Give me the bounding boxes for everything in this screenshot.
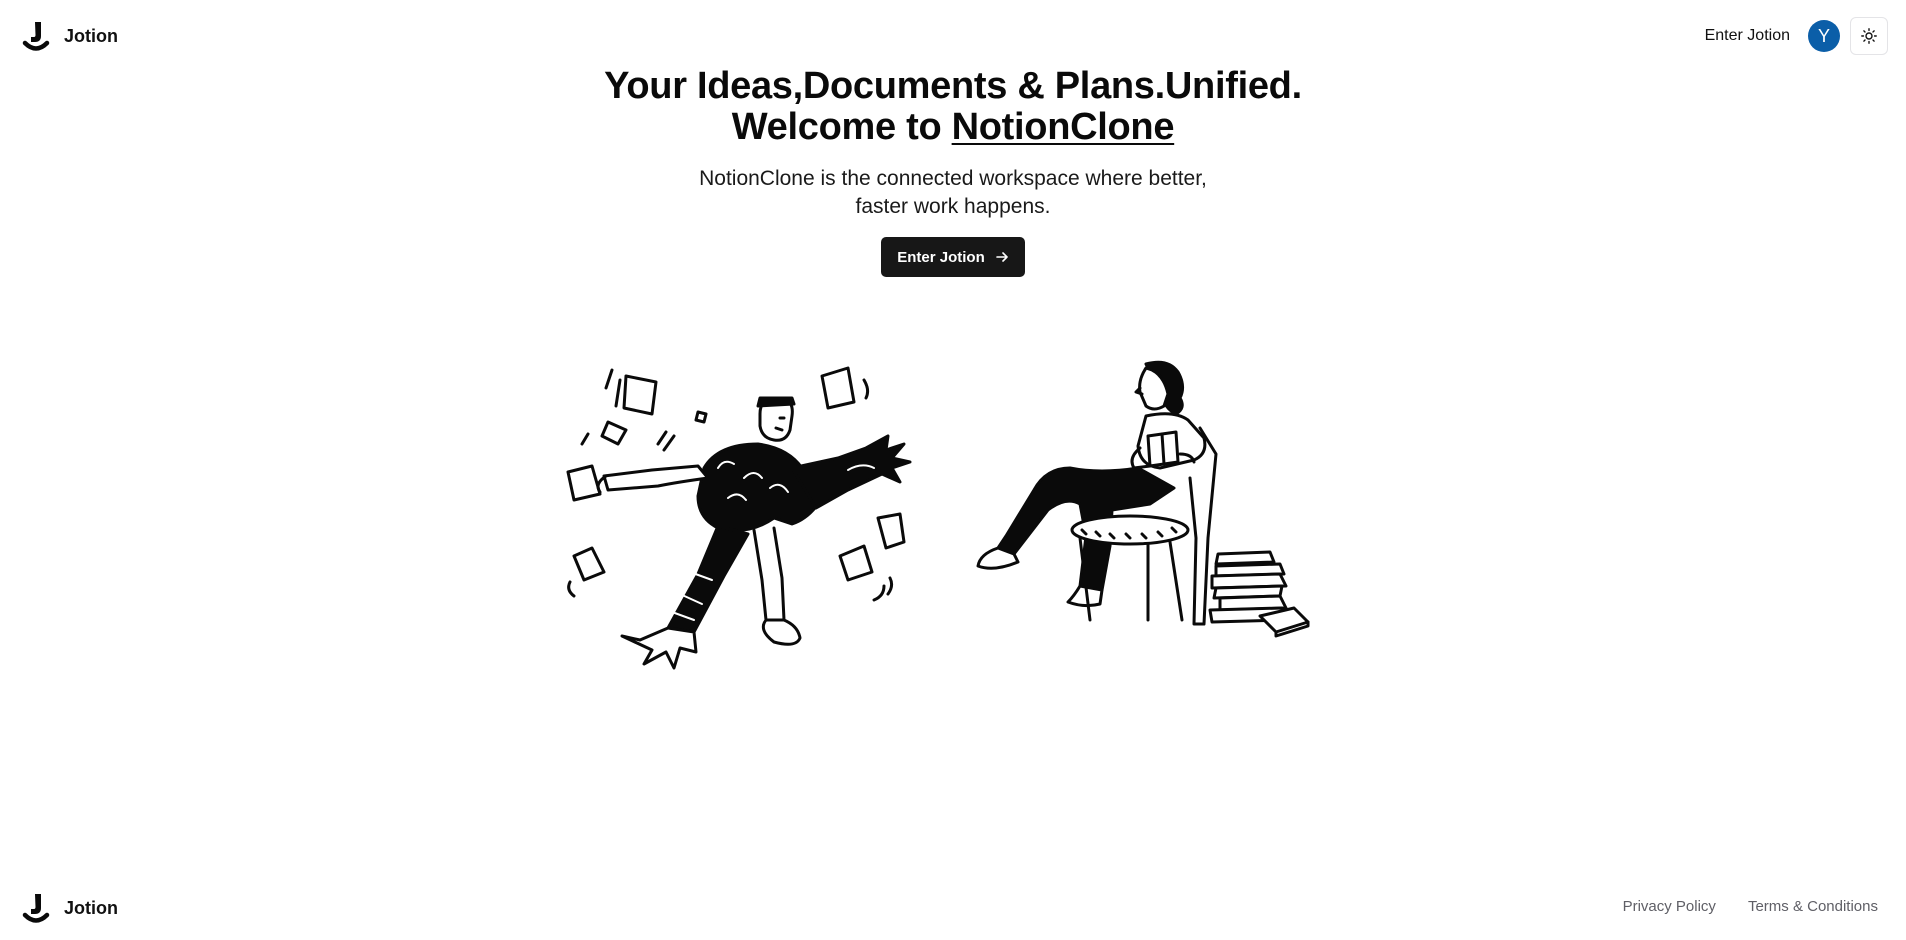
hero-heading-line2: Welcome to NotionClone bbox=[0, 107, 1906, 148]
juggling-papers-illustration bbox=[566, 366, 912, 670]
hero-heading-line1: Your Ideas,Documents & Plans.Unified. bbox=[604, 65, 1302, 107]
privacy-policy-link[interactable]: Privacy Policy bbox=[1623, 898, 1716, 915]
arrow-right-icon bbox=[995, 252, 1008, 262]
footer: Jotion Privacy Policy Terms & Conditions bbox=[0, 888, 1906, 928]
navbar-actions: Enter Jotion Y bbox=[1705, 16, 1888, 56]
avatar[interactable]: Y bbox=[1808, 20, 1840, 52]
reading-woman-illustration bbox=[976, 360, 1310, 638]
hero-heading: Your Ideas,Documents & Plans.Unified. We… bbox=[0, 66, 1906, 148]
theme-toggle-button[interactable] bbox=[1850, 17, 1888, 55]
hero-heading-brand: NotionClone bbox=[951, 106, 1175, 148]
avatar-initial: Y bbox=[1817, 25, 1830, 46]
sun-icon bbox=[1861, 28, 1877, 44]
jotion-logo-icon bbox=[22, 22, 50, 51]
terms-conditions-link[interactable]: Terms & Conditions bbox=[1748, 898, 1878, 915]
footer-brand[interactable]: Jotion bbox=[22, 892, 118, 924]
footer-brand-name: Jotion bbox=[64, 897, 118, 918]
footer-links: Privacy Policy Terms & Conditions bbox=[1623, 898, 1878, 915]
brand-name: Jotion bbox=[64, 25, 118, 46]
enter-jotion-button[interactable]: Enter Jotion bbox=[881, 237, 1025, 277]
jotion-logo-icon bbox=[22, 894, 50, 923]
brand-logo-link[interactable]: Jotion bbox=[22, 20, 118, 52]
hero-subtitle: NotionClone is the connected workspace w… bbox=[699, 167, 1207, 218]
cta-label: Enter Jotion bbox=[897, 248, 985, 266]
hero-heading-prefix: Welcome to bbox=[731, 106, 952, 148]
enter-jotion-link[interactable]: Enter Jotion bbox=[1705, 27, 1790, 45]
navbar: Jotion Enter Jotion Y bbox=[0, 0, 1906, 70]
hero-section: Your Ideas,Documents & Plans.Unified. We… bbox=[0, 66, 1906, 277]
